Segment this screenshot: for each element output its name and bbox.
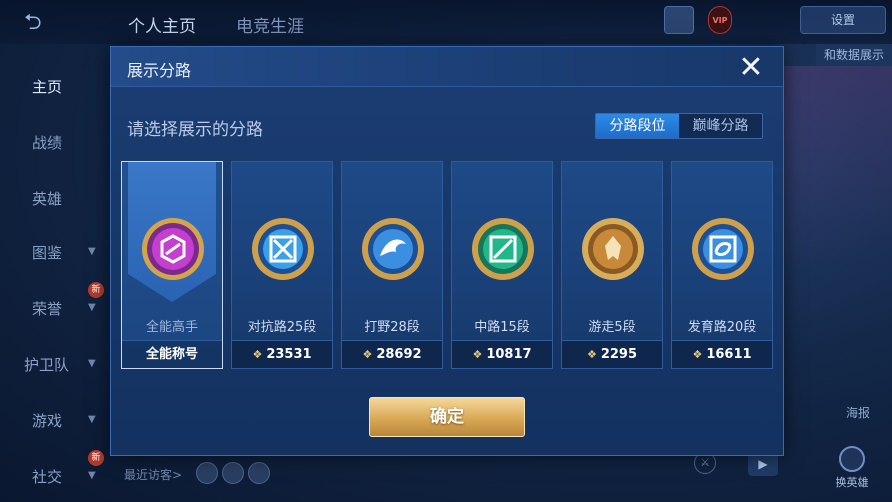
lane-card-farm[interactable]: 发育路20段 ❖ 16611 bbox=[671, 161, 773, 369]
lane-card-all-round[interactable]: 全能高手 全能称号 bbox=[121, 161, 223, 369]
points-icon: ❖ bbox=[586, 348, 597, 361]
lane-title: 全能称号 bbox=[122, 340, 222, 368]
dialog-title: 展示分路 bbox=[127, 61, 192, 80]
points-icon: ❖ bbox=[472, 348, 483, 361]
sidebar-item-heroes[interactable]: 英雄 bbox=[32, 188, 62, 209]
lane-card-mid[interactable]: 中路15段 ❖ 10817 bbox=[451, 161, 553, 369]
points-icon: ❖ bbox=[692, 348, 703, 361]
top-bar: ⮌ 个人主页 电竞生涯 VIP 设置 bbox=[0, 0, 892, 44]
lane-display-dialog: 展示分路 ✕ 请选择展示的分路 分路段位 巅峰分路 全能高手 全能称号 对抗路2… bbox=[110, 46, 784, 456]
change-hero-label: 换英雄 bbox=[835, 476, 869, 489]
segment-peak-lane[interactable]: 巅峰分路 bbox=[679, 114, 762, 138]
farm-lane-emblem-icon bbox=[692, 218, 754, 280]
close-icon[interactable]: ✕ bbox=[731, 51, 771, 85]
settings-button[interactable]: 设置 bbox=[800, 6, 886, 34]
lane-cards: 全能高手 全能称号 对抗路25段 ❖ 23531 打野28段 ❖ 28692 中… bbox=[121, 161, 775, 371]
hero-artwork bbox=[784, 66, 892, 396]
lane-name: 打野28段 bbox=[364, 320, 420, 335]
hero-icon bbox=[839, 446, 865, 472]
segment-lane-rank[interactable]: 分路段位 bbox=[596, 114, 679, 138]
tab-profile[interactable]: 个人主页 bbox=[128, 12, 196, 37]
lane-card-clash[interactable]: 对抗路25段 ❖ 23531 bbox=[231, 161, 333, 369]
visitor-avatar[interactable] bbox=[248, 462, 270, 484]
new-badge: 新 bbox=[88, 450, 104, 466]
sidebar-item-honor[interactable]: 荣誉 bbox=[32, 298, 62, 319]
chevron-down-icon: ▼ bbox=[88, 302, 96, 313]
tab-esports-career[interactable]: 电竞生涯 bbox=[236, 12, 304, 37]
change-hero-button[interactable]: 换英雄 bbox=[826, 446, 878, 492]
lane-points: ❖ 23531 bbox=[232, 340, 332, 368]
sidebar-item-record[interactable]: 战绩 bbox=[32, 132, 62, 153]
lane-points: ❖ 16611 bbox=[672, 340, 772, 368]
visitor-avatar[interactable] bbox=[222, 462, 244, 484]
lane-card-jungle[interactable]: 打野28段 ❖ 28692 bbox=[341, 161, 443, 369]
clash-lane-emblem-icon bbox=[252, 218, 314, 280]
all-round-emblem-icon bbox=[142, 218, 204, 280]
lane-card-roam[interactable]: 游走5段 ❖ 2295 bbox=[561, 161, 663, 369]
poster-label[interactable]: 海报 bbox=[846, 404, 870, 421]
lane-name: 发育路20段 bbox=[687, 320, 757, 335]
chevron-down-icon: ▼ bbox=[88, 358, 96, 369]
vip-badge[interactable]: VIP bbox=[708, 6, 732, 34]
points-icon: ❖ bbox=[252, 348, 263, 361]
mid-lane-emblem-icon bbox=[472, 218, 534, 280]
chevron-down-icon: ▼ bbox=[88, 470, 96, 481]
points-value: 10817 bbox=[486, 347, 532, 362]
sidebar-item-social[interactable]: 社交 bbox=[32, 466, 62, 487]
lane-points: ❖ 2295 bbox=[562, 340, 662, 368]
lane-points: ❖ 10817 bbox=[452, 340, 552, 368]
lane-name: 中路15段 bbox=[474, 320, 530, 335]
points-value: 23531 bbox=[266, 347, 312, 362]
lane-name: 对抗路25段 bbox=[247, 320, 317, 335]
points-icon: ❖ bbox=[362, 348, 373, 361]
sidebar-item-guard[interactable]: 护卫队 bbox=[24, 354, 69, 375]
jungle-emblem-icon bbox=[362, 218, 424, 280]
lane-name: 游走5段 bbox=[588, 320, 636, 335]
points-value: 16611 bbox=[706, 347, 752, 362]
chevron-down-icon: ▼ bbox=[88, 414, 96, 425]
lane-points: ❖ 28692 bbox=[342, 340, 442, 368]
dialog-prompt: 请选择展示的分路 bbox=[127, 120, 263, 140]
points-value: 28692 bbox=[376, 347, 422, 362]
avatar-icon[interactable] bbox=[664, 6, 694, 34]
chevron-down-icon: ▼ bbox=[88, 246, 96, 257]
sidebar: 主页 战绩 英雄 图鉴 ▼ 荣誉 新 ▼ 护卫队 ▼ 游戏 ▼ 社交 新 ▼ bbox=[0, 44, 108, 502]
new-badge: 新 bbox=[88, 282, 104, 298]
recent-visitors-link[interactable]: 最近访客> bbox=[124, 466, 182, 483]
visitor-avatar[interactable] bbox=[196, 462, 218, 484]
dialog-header: 展示分路 ✕ bbox=[111, 47, 783, 87]
data-display-button[interactable]: 和数据展示 bbox=[816, 44, 892, 66]
back-arrow-icon[interactable]: ⮌ bbox=[24, 12, 72, 34]
lane-mode-toggle: 分路段位 巅峰分路 bbox=[595, 113, 763, 139]
sidebar-item-games[interactable]: 游戏 bbox=[32, 410, 62, 431]
sidebar-item-home[interactable]: 主页 bbox=[32, 76, 62, 97]
confirm-button[interactable]: 确定 bbox=[369, 397, 525, 437]
points-value: 2295 bbox=[600, 347, 638, 362]
roam-emblem-icon bbox=[582, 218, 644, 280]
sidebar-item-codex[interactable]: 图鉴 bbox=[32, 242, 62, 263]
lane-name: 全能高手 bbox=[145, 320, 198, 335]
